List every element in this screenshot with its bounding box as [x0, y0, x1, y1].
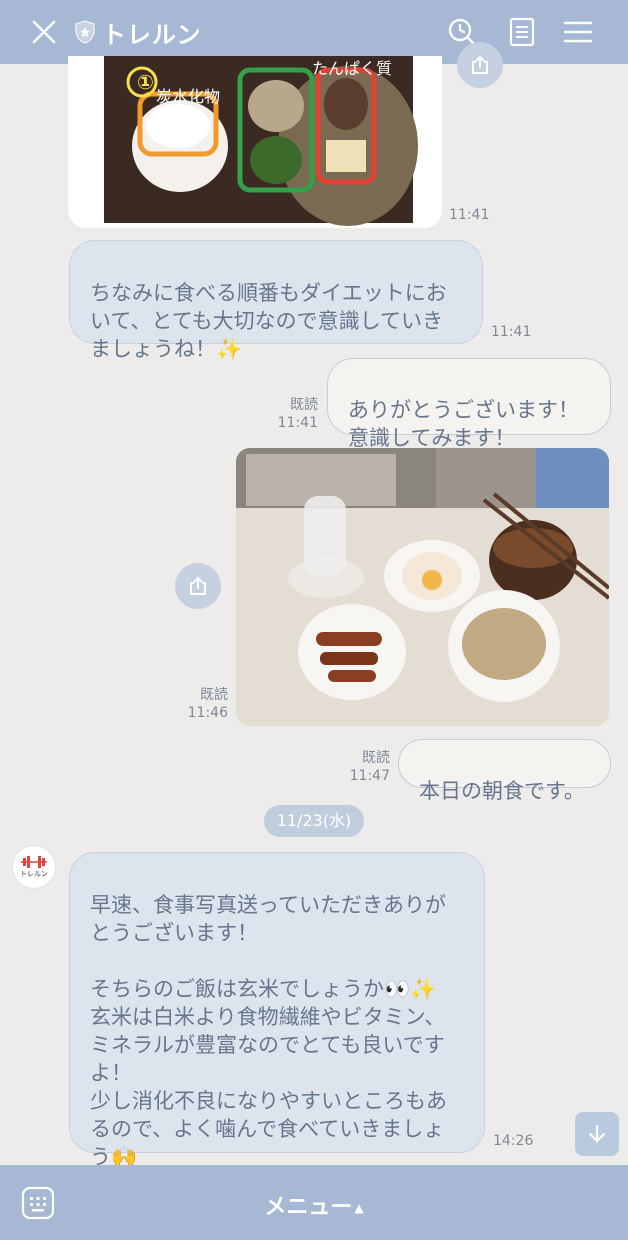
- chat-header: トレルン: [0, 0, 628, 64]
- protein-label: たんぱく質: [312, 59, 392, 78]
- date-separator: 11/23(水): [264, 805, 364, 837]
- outgoing-message-bubble[interactable]: ありがとうございます！ 意識してみます！: [327, 358, 611, 450]
- message-time: 11:46: [187, 705, 228, 721]
- menu-toggle-button[interactable]: メニュー ▲: [0, 1189, 628, 1221]
- share-icon: [190, 576, 206, 595]
- message-text: ちなみに食べる順番もダイエットにおいて、とても大切なので意識していきましょうね！…: [90, 281, 447, 361]
- avatar-label: トレルン: [20, 869, 48, 878]
- message-time: 14:26: [493, 1133, 534, 1149]
- scroll-to-bottom-button[interactable]: [575, 1112, 619, 1156]
- message-time: 11:41: [277, 415, 318, 431]
- arrow-down-icon: [588, 1124, 606, 1143]
- share-icon: [472, 55, 488, 74]
- message-time: 11:41: [449, 207, 490, 223]
- step-number: ①: [137, 70, 154, 94]
- meal-guide-image: ① 炭水化物 たんぱく質: [104, 56, 418, 226]
- menu-icon[interactable]: [562, 16, 594, 48]
- incoming-message-bubble[interactable]: 早速、食事写真送っていただきありがとうございます！ そちらのご飯は玄米でしょうか…: [69, 852, 485, 1169]
- bottom-menu-bar: メニュー ▲: [0, 1165, 628, 1240]
- chat-title: トレルン: [102, 21, 202, 49]
- share-button[interactable]: [457, 42, 503, 88]
- read-receipt: 既読: [290, 397, 318, 413]
- message-text: ありがとうございます！ 意識してみます！: [348, 398, 579, 450]
- read-receipt: 既読: [362, 750, 390, 766]
- outgoing-message-bubble[interactable]: 本日の朝食です。: [398, 739, 611, 803]
- message-time: 11:47: [349, 768, 390, 784]
- breakfast-photo: [236, 448, 609, 726]
- read-receipt: 既読: [200, 687, 228, 703]
- official-badge-icon: [75, 20, 95, 44]
- message-text: 本日の朝食です。: [419, 779, 585, 803]
- message-text: 早速、食事写真送っていただきありがとうございます！ そちらのご飯は玄米でしょうか…: [90, 893, 447, 1169]
- message-time: 11:41: [491, 324, 532, 340]
- menu-label: メニュー: [264, 1195, 353, 1220]
- dumbbell-logo-icon: [21, 855, 47, 868]
- close-icon[interactable]: [30, 18, 58, 46]
- incoming-message-bubble[interactable]: ちなみに食べる順番もダイエットにおいて、とても大切なので意識していきましょうね！…: [69, 240, 483, 361]
- carbs-label: 炭水化物: [156, 87, 220, 106]
- menu-arrow-icon: ▲: [354, 1201, 364, 1215]
- avatar[interactable]: トレルン: [12, 845, 56, 889]
- share-button[interactable]: [175, 563, 221, 609]
- breakfast-photo-message[interactable]: [236, 448, 609, 726]
- meal-guide-image-message[interactable]: ① 炭水化物 たんぱく質: [68, 56, 442, 228]
- notes-icon[interactable]: [506, 16, 538, 48]
